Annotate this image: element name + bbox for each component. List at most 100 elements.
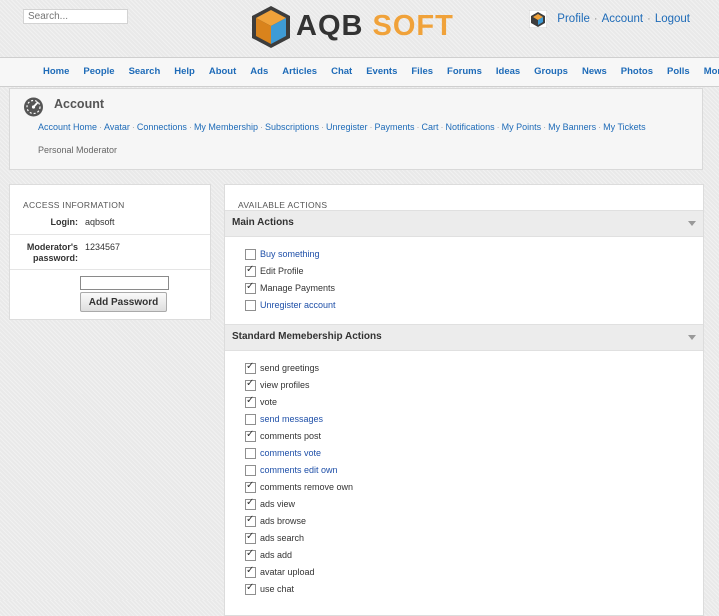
checked-checkbox[interactable] [245,281,256,294]
action-label: Unregister account [260,300,336,310]
site-logo[interactable]: AQB SOFT [250,4,465,50]
main-actions-header[interactable]: Main Actions [225,210,703,237]
account-submenu-link[interactable]: My Membership [194,122,258,132]
account-submenu-link[interactable]: Notifications [446,122,495,132]
action-checkbox-row[interactable]: send messages [245,412,323,426]
logo-text-aqb: AQB [296,10,364,42]
action-checkbox-row[interactable]: avatar upload [245,565,315,579]
action-checkbox-row[interactable]: ads view [245,497,295,511]
nav-link[interactable]: News [582,66,607,77]
action-checkbox-row[interactable]: send greetings [245,361,319,375]
nav-items: Home People Search Help About Ads Articles Chat… [43,66,719,77]
account-submenu-link[interactable]: Avatar [104,122,130,132]
account-submenu-link[interactable]: Unregister [326,122,368,132]
separator: · [99,122,103,132]
section-title: Standard Memebership Actions [232,331,382,342]
unchecked-checkbox[interactable] [245,248,256,260]
account-submenu-link[interactable]: Account Home [38,122,97,132]
account-panel: Account Account Home · Avatar · Connections ·… [9,88,703,170]
separator: · [320,122,324,132]
action-checkbox-row[interactable]: comments vote [245,446,321,460]
new-password-input[interactable] [80,276,169,290]
unchecked-checkbox[interactable] [245,464,256,476]
nav-link[interactable]: Events [366,66,397,77]
action-label: ads add [260,550,293,560]
separator: · [440,122,444,132]
nav-link[interactable]: People [83,66,114,77]
checked-checkbox[interactable] [245,480,256,493]
separator: · [593,13,598,25]
action-checkbox-row[interactable]: ads search [245,531,304,545]
action-checkbox-row[interactable]: use chat [245,582,294,596]
action-checkbox-row[interactable]: Unregister account [245,298,336,312]
separator: · [259,122,263,132]
main-nav: Home People Search Help About Ads Articles Chat… [0,57,719,87]
logout-link[interactable]: Logout [655,13,690,25]
search-input[interactable] [23,9,128,24]
nav-link[interactable]: About [209,66,236,77]
action-label: comments vote [260,448,322,458]
nav-link[interactable]: Polls [667,66,690,77]
nav-link[interactable]: Files [411,66,433,77]
checked-checkbox[interactable] [245,378,256,391]
password-label-line1: Moderator's [26,242,78,252]
nav-link[interactable]: Help [174,66,195,77]
action-checkbox-row[interactable]: comments edit own [245,463,338,477]
add-password-button[interactable]: Add Password [80,292,167,312]
action-checkbox-row[interactable]: view profiles [245,378,310,392]
nav-link[interactable]: Photos [621,66,653,77]
action-checkbox-row[interactable]: vote [245,395,277,409]
checked-checkbox[interactable] [245,429,256,442]
nav-link[interactable]: Ads [250,66,268,77]
action-label: view profiles [260,380,310,390]
checked-checkbox[interactable] [245,361,256,374]
chevron-down-icon[interactable] [688,335,696,340]
nav-link[interactable]: Articles [282,66,317,77]
checked-checkbox[interactable] [245,582,256,595]
logo-text-soft: SOFT [372,10,454,42]
account-submenu-link[interactable]: My Banners [548,122,596,132]
account-submenu-link[interactable]: Cart [422,122,439,132]
checked-checkbox[interactable] [245,514,256,527]
action-label: Edit Profile [260,266,304,276]
nav-link[interactable]: Search [129,66,161,77]
account-submenu-link[interactable]: Subscriptions [265,122,319,132]
nav-link[interactable]: Forums [447,66,482,77]
account-submenu-link[interactable]: My Tickets [603,122,646,132]
checked-checkbox[interactable] [245,531,256,544]
profile-link[interactable]: Profile [557,13,590,25]
nav-link[interactable]: More [704,66,719,77]
checked-checkbox[interactable] [245,565,256,578]
action-checkbox-row[interactable]: comments post [245,429,321,443]
unchecked-checkbox[interactable] [245,299,256,311]
section-title: Main Actions [232,217,294,228]
account-link[interactable]: Account [602,13,644,25]
action-checkbox-row[interactable]: comments remove own [245,480,353,494]
action-checkbox-row[interactable]: Edit Profile [245,264,304,278]
checked-checkbox[interactable] [245,497,256,510]
separator: · [647,13,651,25]
unchecked-checkbox[interactable] [245,447,256,459]
action-checkbox-row[interactable]: ads add [245,548,292,562]
nav-link[interactable]: Ideas [496,66,520,77]
nav-link[interactable]: Groups [534,66,568,77]
unchecked-checkbox[interactable] [245,413,256,425]
separator: · [598,122,602,132]
account-submenu-link[interactable]: Connections [137,122,187,132]
action-label: comments remove own [260,482,354,492]
account-submenu-link[interactable]: My Points [502,122,542,132]
avatar[interactable] [529,10,548,28]
checked-checkbox[interactable] [245,548,256,561]
nav-link[interactable]: Chat [331,66,352,77]
action-checkbox-row[interactable]: ads browse [245,514,306,528]
action-checkbox-row[interactable]: Buy something [245,247,320,261]
chevron-down-icon[interactable] [688,221,696,226]
nav-link[interactable]: Home [43,66,69,77]
checked-checkbox[interactable] [245,395,256,408]
standard-membership-actions-header[interactable]: Standard Memebership Actions [225,324,703,351]
password-label: Moderator's password: [14,242,78,264]
account-submenu-link[interactable]: Payments [375,122,415,132]
checked-checkbox[interactable] [245,264,256,277]
action-checkbox-row[interactable]: Manage Payments [245,281,335,295]
page-title: Account [54,97,104,111]
